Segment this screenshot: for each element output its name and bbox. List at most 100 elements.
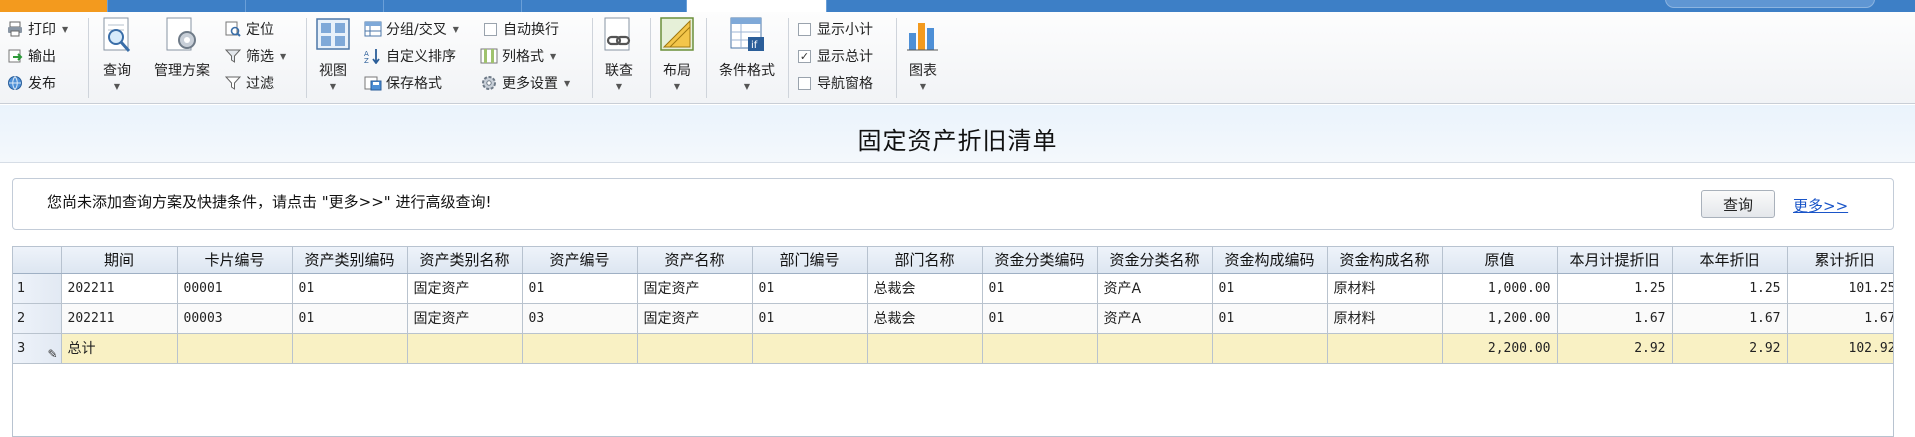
table-cell[interactable]: 01 bbox=[292, 273, 408, 304]
locate-button[interactable]: 定位 bbox=[224, 18, 274, 40]
table-cell[interactable]: 总裁会 bbox=[867, 273, 983, 304]
table-cell[interactable] bbox=[637, 333, 753, 364]
column-header[interactable]: 资金构成编码 bbox=[1212, 247, 1328, 274]
table-cell[interactable]: 202211 bbox=[61, 273, 178, 304]
table-cell[interactable] bbox=[1327, 333, 1443, 364]
show-total-toggle[interactable]: ✓ 显示总计 bbox=[798, 45, 873, 67]
layout-button[interactable]: 布局 ▼ bbox=[656, 14, 698, 91]
column-header[interactable]: 资产编号 bbox=[522, 247, 638, 274]
table-cell[interactable]: 固定资产 bbox=[637, 303, 753, 334]
table-cell[interactable]: 01 bbox=[752, 273, 868, 304]
table-cell[interactable]: 资产A bbox=[1097, 273, 1213, 304]
table-cell[interactable]: 202211 bbox=[61, 303, 178, 334]
table-cell[interactable]: 原材料 bbox=[1327, 273, 1443, 304]
total-value[interactable]: 2,200.00 bbox=[1442, 333, 1558, 364]
table-cell[interactable] bbox=[982, 333, 1098, 364]
table-cell[interactable]: 01 bbox=[752, 303, 868, 334]
chevron-down-icon[interactable]: ▼ bbox=[453, 25, 459, 34]
query-button[interactable]: 查询 ▼ bbox=[96, 14, 138, 91]
show-subtotal-checkbox[interactable] bbox=[798, 22, 811, 36]
column-header[interactable]: 资金分类编码 bbox=[982, 247, 1098, 274]
search-box[interactable] bbox=[1665, 0, 1875, 8]
table-cell[interactable]: 1.67 bbox=[1672, 303, 1788, 334]
column-format-button[interactable]: 列格式 ▼ bbox=[480, 45, 556, 67]
table-cell[interactable] bbox=[1097, 333, 1213, 364]
column-header[interactable]: 卡片编号 bbox=[177, 247, 293, 274]
query-submit-button[interactable]: 查询 bbox=[1701, 190, 1775, 218]
chart-button[interactable]: 图表 ▼ bbox=[902, 14, 944, 91]
table-cell[interactable]: 1,200.00 bbox=[1442, 303, 1558, 334]
group-cross-button[interactable]: 分组/交叉 ▼ bbox=[364, 18, 459, 40]
more-link[interactable]: 更多>> bbox=[1793, 195, 1848, 216]
nav-pane-checkbox[interactable] bbox=[798, 76, 811, 90]
show-subtotal-toggle[interactable]: 显示小计 bbox=[798, 18, 873, 40]
table-cell[interactable]: 固定资产 bbox=[407, 303, 523, 334]
print-button[interactable]: 打印 ▼ bbox=[6, 18, 68, 40]
total-row[interactable]: 3 ✎ 总计 2,200.00 2.92 2.92 102.92 bbox=[13, 333, 1893, 364]
table-cell[interactable]: 00001 bbox=[177, 273, 293, 304]
chevron-down-icon[interactable]: ▼ bbox=[674, 82, 680, 91]
column-header[interactable]: 资金构成名称 bbox=[1327, 247, 1443, 274]
table-cell[interactable] bbox=[177, 333, 293, 364]
row-number[interactable]: 3 ✎ bbox=[13, 333, 62, 364]
table-cell[interactable]: 101.25 bbox=[1787, 273, 1893, 304]
table-cell[interactable] bbox=[292, 333, 408, 364]
chevron-down-icon[interactable]: ▼ bbox=[280, 52, 286, 61]
chevron-down-icon[interactable]: ▼ bbox=[62, 25, 68, 34]
table-cell[interactable]: 资产A bbox=[1097, 303, 1213, 334]
row-number-header[interactable] bbox=[13, 247, 62, 274]
column-header[interactable]: 原值 bbox=[1442, 247, 1558, 274]
column-header[interactable]: 期间 bbox=[61, 247, 178, 274]
table-cell[interactable]: 01 bbox=[982, 273, 1098, 304]
tab-1[interactable] bbox=[0, 0, 108, 12]
column-header[interactable]: 累计折旧 bbox=[1787, 247, 1893, 274]
table-cell[interactable]: 1.25 bbox=[1672, 273, 1788, 304]
table-cell[interactable]: 1.67 bbox=[1787, 303, 1893, 334]
chevron-down-icon[interactable]: ▼ bbox=[114, 82, 120, 91]
column-header[interactable]: 部门编号 bbox=[752, 247, 868, 274]
total-value[interactable]: 2.92 bbox=[1557, 333, 1673, 364]
table-cell[interactable]: 03 bbox=[522, 303, 638, 334]
tab-4[interactable] bbox=[384, 0, 522, 12]
column-header[interactable]: 部门名称 bbox=[867, 247, 983, 274]
more-settings-button[interactable]: 更多设置 ▼ bbox=[480, 72, 570, 94]
chevron-down-icon[interactable]: ▼ bbox=[744, 82, 750, 91]
chevron-down-icon[interactable]: ▼ bbox=[920, 82, 926, 91]
chevron-down-icon[interactable]: ▼ bbox=[564, 79, 570, 88]
publish-button[interactable]: 发布 bbox=[6, 72, 56, 94]
table-cell[interactable]: 01 bbox=[1212, 273, 1328, 304]
custom-sort-button[interactable]: AZ 自定义排序 bbox=[364, 45, 456, 67]
tab-2[interactable] bbox=[108, 0, 246, 12]
table-cell[interactable]: 固定资产 bbox=[637, 273, 753, 304]
auto-wrap-checkbox[interactable] bbox=[484, 22, 497, 36]
auto-wrap-toggle[interactable]: 自动换行 bbox=[484, 18, 559, 40]
row-number[interactable]: 2 bbox=[13, 303, 62, 334]
column-header[interactable]: 资产类别编码 bbox=[292, 247, 408, 274]
total-value[interactable]: 2.92 bbox=[1672, 333, 1788, 364]
tab-5[interactable] bbox=[522, 0, 687, 12]
filter-button[interactable]: 筛选 ▼ bbox=[224, 45, 286, 67]
column-header[interactable]: 资产类别名称 bbox=[407, 247, 523, 274]
table-row[interactable]: 2 202211 00003 01 固定资产 03 固定资产 01 总裁会 01 资产A 01 原材料 1… bbox=[13, 303, 1893, 334]
table-cell[interactable]: 固定资产 bbox=[407, 273, 523, 304]
table-cell[interactable]: 01 bbox=[522, 273, 638, 304]
table-row[interactable]: 1 202211 00001 01 固定资产 01 固定资产 01 总裁会 01 资产A 01 原材料 1… bbox=[13, 273, 1893, 304]
table-cell[interactable]: 总裁会 bbox=[867, 303, 983, 334]
total-label[interactable]: 总计 bbox=[61, 333, 178, 364]
column-header[interactable]: 资产名称 bbox=[637, 247, 753, 274]
column-header[interactable]: 资金分类名称 bbox=[1097, 247, 1213, 274]
row-number[interactable]: 1 bbox=[13, 273, 62, 304]
table-cell[interactable]: 1.67 bbox=[1557, 303, 1673, 334]
link-query-button[interactable]: 联查 ▼ bbox=[598, 14, 640, 91]
table-cell[interactable] bbox=[407, 333, 523, 364]
table-cell[interactable] bbox=[1212, 333, 1328, 364]
chevron-down-icon[interactable]: ▼ bbox=[330, 82, 336, 91]
view-button[interactable]: 视图 ▼ bbox=[312, 14, 354, 91]
tab-active[interactable] bbox=[687, 0, 827, 12]
table-cell[interactable]: 原材料 bbox=[1327, 303, 1443, 334]
column-header[interactable]: 本月计提折旧 bbox=[1557, 247, 1673, 274]
save-format-button[interactable]: 保存格式 bbox=[364, 72, 442, 94]
filter2-button[interactable]: 过滤 bbox=[224, 72, 274, 94]
chevron-down-icon[interactable]: ▼ bbox=[550, 52, 556, 61]
chevron-down-icon[interactable]: ▼ bbox=[616, 82, 622, 91]
